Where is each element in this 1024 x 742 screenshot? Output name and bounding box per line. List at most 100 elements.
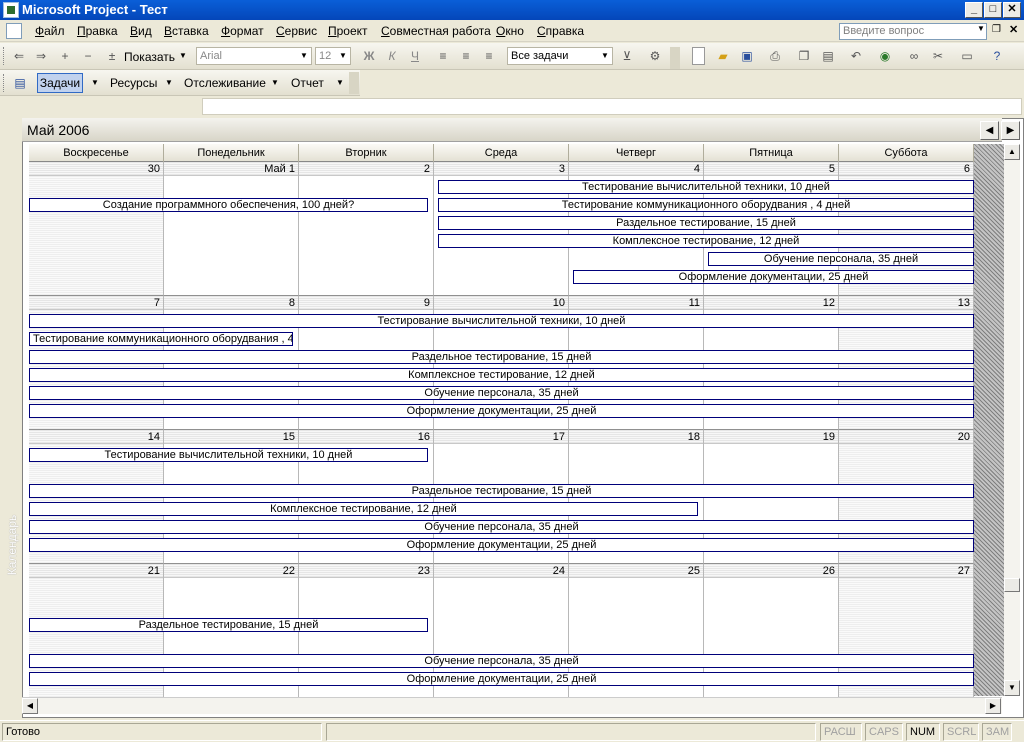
menu-8[interactable]: Совместная работа <box>381 23 491 39</box>
split-task-icon[interactable]: ✂ <box>929 47 947 65</box>
task-bar[interactable]: Комплексное тестирование, 12 дней <box>29 502 698 516</box>
day-cell[interactable]: 2 <box>299 162 434 296</box>
task-bar[interactable]: Раздельное тестирование, 15 дней <box>438 216 974 230</box>
menu-10[interactable]: Справка <box>537 23 584 39</box>
project-doc-icon[interactable] <box>6 23 22 39</box>
menu-6[interactable]: Сервис <box>276 23 317 39</box>
task-bar[interactable]: Оформление документации, 25 дней <box>29 404 974 418</box>
align-right-icon[interactable]: ≡ <box>480 47 498 65</box>
ask-dropdown-icon[interactable]: ▼ <box>977 24 985 33</box>
menu-accel-2: П <box>77 24 86 38</box>
task-bar[interactable]: Создание программного обеспечения, 100 д… <box>29 198 428 212</box>
menu-accel-5: Ф <box>221 24 231 38</box>
close-button[interactable]: ✕ <box>1003 2 1021 18</box>
font-select[interactable]: Arial ▼ <box>196 47 312 65</box>
task-bar[interactable]: Раздельное тестирование, 15 дней <box>29 484 974 498</box>
report-button[interactable]: Отчет <box>291 76 324 90</box>
menu-2[interactable]: Правка <box>77 23 118 39</box>
task-bar[interactable]: Обучение персонала, 35 дней <box>29 520 974 534</box>
app-icon[interactable] <box>3 2 19 18</box>
open-icon[interactable]: ▰ <box>714 47 732 65</box>
help-icon[interactable]: ? <box>988 47 1006 65</box>
day-cell[interactable]: Май 1 <box>164 162 299 296</box>
task-info-icon[interactable]: ▭ <box>958 47 976 65</box>
task-bar[interactable]: Оформление документации, 25 дней <box>29 538 974 552</box>
task-bar[interactable]: Оформление документации, 25 дней <box>573 270 974 284</box>
ask-question-input[interactable]: Введите вопрос <box>839 23 987 40</box>
bold-button[interactable]: Ж <box>360 47 378 65</box>
menu-1[interactable]: Файл <box>35 23 65 39</box>
menu-label-4: ставка <box>172 24 209 38</box>
underline-button[interactable]: Ч <box>406 47 424 65</box>
minimize-button[interactable]: _ <box>965 2 983 18</box>
task-bar[interactable]: Обучение персонала, 35 дней <box>29 386 974 400</box>
toolbar-grip[interactable] <box>3 47 6 65</box>
prev-month-button[interactable]: ◀ <box>980 121 999 140</box>
italic-button[interactable]: К <box>383 47 401 65</box>
task-bar[interactable]: Раздельное тестирование, 15 дней <box>29 618 428 632</box>
task-bar[interactable]: Раздельное тестирование, 15 дней <box>29 350 974 364</box>
next-month-button[interactable]: ▶ <box>1001 121 1020 140</box>
autofilter-icon[interactable]: ⊻ <box>618 47 636 65</box>
minus-icon[interactable]: − <box>79 47 97 65</box>
menu-4[interactable]: Вставка <box>164 23 209 39</box>
menu-7[interactable]: Проект <box>328 23 368 39</box>
font-size-select[interactable]: 12 ▼ <box>315 47 351 65</box>
tracking-dropdown-icon[interactable]: ▼ <box>271 78 279 87</box>
task-bar[interactable]: Комплексное тестирование, 12 дней <box>438 234 974 248</box>
task-bar[interactable]: Тестирование вычислительной техники, 10 … <box>438 180 974 194</box>
align-center-icon[interactable]: ≡ <box>457 47 475 65</box>
scroll-left-icon[interactable]: ◀ <box>22 698 38 714</box>
resources-dropdown-icon[interactable]: ▼ <box>165 78 173 87</box>
guide-toggle-icon[interactable]: ▤ <box>11 74 29 92</box>
tracking-button[interactable]: Отслеживание <box>184 76 266 90</box>
align-left-icon[interactable]: ≡ <box>434 47 452 65</box>
task-bar[interactable]: Обучение персонала, 35 дней <box>708 252 974 266</box>
task-bar[interactable]: Тестирование вычислительной техники, 10 … <box>29 314 974 328</box>
scroll-right-icon[interactable]: ▶ <box>985 698 1001 714</box>
plus-icon[interactable]: + <box>56 47 74 65</box>
task-bar[interactable]: Тестирование коммуникационного оборудван… <box>438 198 974 212</box>
scroll-up-icon[interactable]: ▲ <box>1004 144 1020 160</box>
arrow-left-icon[interactable]: ⇐ <box>10 47 28 65</box>
menu-9[interactable]: Окно <box>496 23 524 39</box>
horizontal-scrollbar[interactable]: ◀ ▶ <box>22 697 1002 714</box>
task-bar[interactable]: Оформление документации, 25 дней <box>29 672 974 686</box>
vertical-scrollbar[interactable]: ▲ ▼ <box>1004 144 1020 696</box>
toolbar-options-icon[interactable] <box>670 47 680 69</box>
entry-input[interactable] <box>202 98 1022 115</box>
menu-5[interactable]: Формат <box>221 23 264 39</box>
day-number: 13 <box>839 296 973 310</box>
copy-icon[interactable]: ❐ <box>795 47 813 65</box>
toolbar-grip-2[interactable] <box>3 74 6 92</box>
toolbar-options-icon-2[interactable] <box>349 72 359 94</box>
menu-3[interactable]: Вид <box>130 23 152 39</box>
hyperlink-icon[interactable]: ◉ <box>876 47 894 65</box>
new-icon[interactable] <box>692 47 705 65</box>
restore-doc-icon[interactable]: ❐ <box>992 24 1001 35</box>
close-doc-icon[interactable]: ✕ <box>1009 23 1018 36</box>
filter-select[interactable]: Все задачи ▼ <box>507 47 613 65</box>
tasks-dropdown-icon[interactable]: ▼ <box>91 78 99 87</box>
link-tasks-icon[interactable]: ∞ <box>905 47 923 65</box>
maximize-button[interactable]: □ <box>984 2 1002 18</box>
gantt-wizard-icon[interactable]: ⚙ <box>646 47 664 65</box>
report-dropdown-icon[interactable]: ▼ <box>336 78 344 87</box>
scroll-thumb[interactable] <box>1004 578 1020 592</box>
paste-icon[interactable]: ▤ <box>819 47 837 65</box>
show-outline-icon[interactable]: ± <box>103 47 121 65</box>
task-bar[interactable]: Обучение персонала, 35 дней <box>29 654 974 668</box>
resources-button[interactable]: Ресурсы <box>110 76 157 90</box>
print-icon[interactable]: ⎙ <box>766 47 784 65</box>
day-cell[interactable]: 30 <box>29 162 164 296</box>
tasks-button[interactable]: Задачи <box>37 73 83 93</box>
task-bar[interactable]: Тестирование вычислительной техники, 10 … <box>29 448 428 462</box>
undo-icon[interactable]: ↶ <box>847 47 865 65</box>
show-button[interactable]: Показать <box>124 50 175 64</box>
task-bar[interactable]: Комплексное тестирование, 12 дней <box>29 368 974 382</box>
show-dropdown-icon[interactable]: ▼ <box>179 51 187 60</box>
arrow-right-icon[interactable]: ⇒ <box>32 47 50 65</box>
scroll-down-icon[interactable]: ▼ <box>1004 680 1020 696</box>
task-bar[interactable]: Тестирование коммуникационного оборудван… <box>29 332 293 346</box>
save-icon[interactable]: ▣ <box>738 47 756 65</box>
